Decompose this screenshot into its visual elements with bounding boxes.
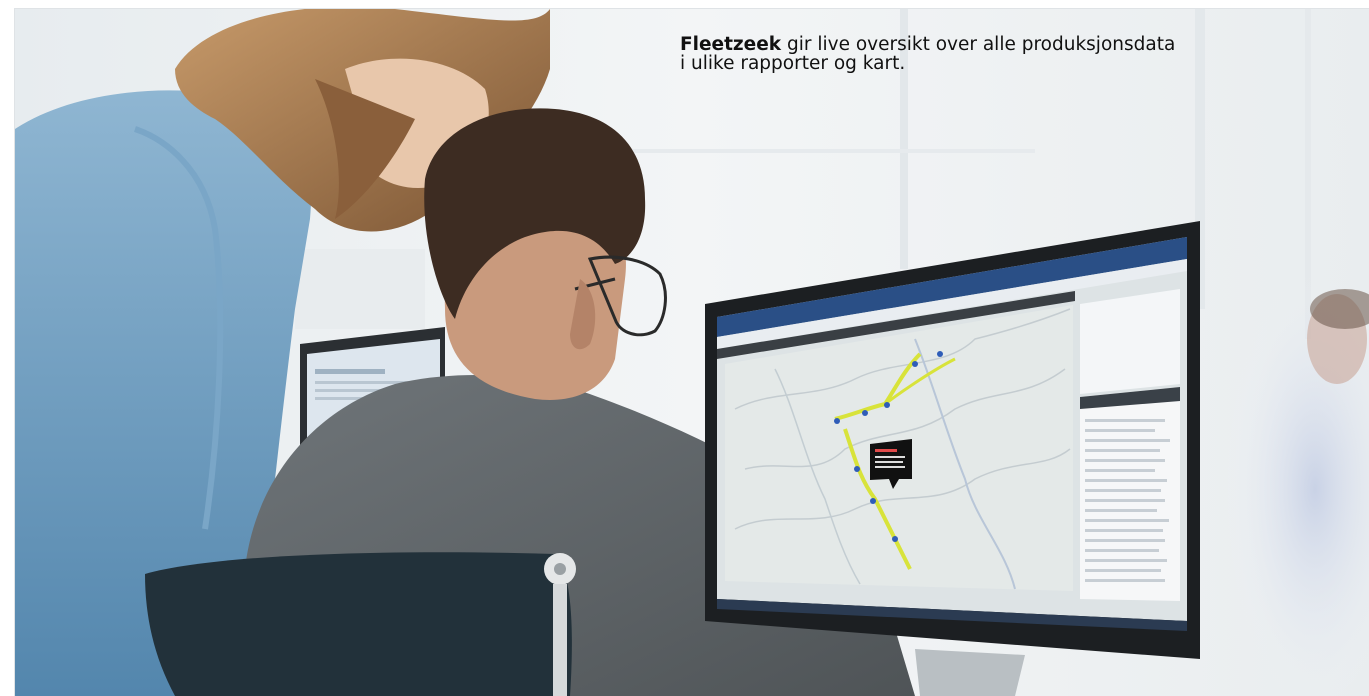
hero-image-frame: Fleetzeek gir live oversikt over alle pr…: [14, 8, 1369, 696]
hero-caption: Fleetzeek gir live oversikt over alle pr…: [680, 35, 1320, 73]
brand-name: Fleetzeek: [680, 34, 782, 55]
office-photo: [15, 9, 1369, 696]
caption-line-1-text: gir live oversikt over alle produksjonsd…: [781, 34, 1176, 55]
caption-line-1: Fleetzeek gir live oversikt over alle pr…: [680, 35, 1320, 54]
desk-monitor: [705, 221, 1200, 696]
caption-line-2: i ulike rapporter og kart.: [680, 53, 906, 74]
office-chair: [145, 552, 576, 696]
